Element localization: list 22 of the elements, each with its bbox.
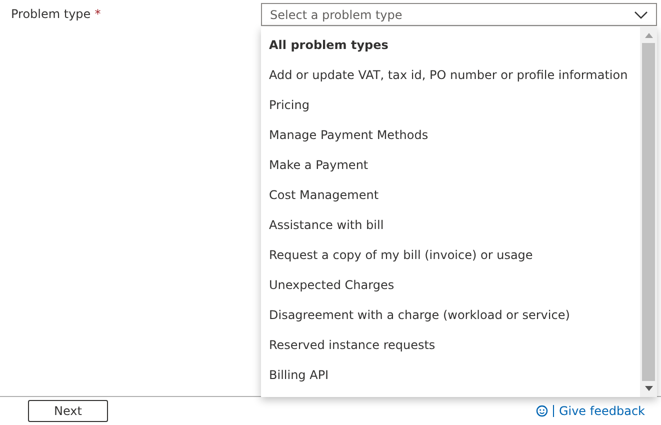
- field-label: Problem type: [11, 7, 91, 21]
- give-feedback-link[interactable]: Give feedback: [536, 404, 645, 418]
- dropdown-option[interactable]: All problem types: [261, 30, 640, 60]
- scroll-up-arrow-icon: [644, 33, 652, 38]
- chevron-down-icon: [634, 10, 648, 18]
- dropdown-option[interactable]: Cost Management: [261, 180, 640, 210]
- dropdown-option[interactable]: Request a copy of my bill (invoice) or usage: [261, 240, 640, 270]
- next-button[interactable]: Next: [28, 400, 108, 422]
- dropdown-option[interactable]: Disagreement with a charge (workload or service): [261, 300, 640, 330]
- scrollbar[interactable]: [640, 27, 657, 397]
- dropdown-option[interactable]: Assistance with bill: [261, 210, 640, 240]
- dropdown-option[interactable]: Manage Payment Methods: [261, 120, 640, 150]
- problem-type-dropdown[interactable]: Select a problem type: [261, 3, 657, 26]
- scroll-down-arrow-icon: [644, 386, 652, 391]
- dropdown-option[interactable]: Reserved instance requests: [261, 330, 640, 360]
- dropdown-option[interactable]: Pricing: [261, 90, 640, 120]
- dropdown-option[interactable]: Add or update VAT, tax id, PO number or profile information: [261, 60, 640, 90]
- dropdown-option[interactable]: Unexpected Charges: [261, 270, 640, 300]
- dropdown-option[interactable]: Billing API: [261, 360, 640, 390]
- feedback-icon: [536, 405, 548, 417]
- dropdown-option[interactable]: Make a Payment: [261, 150, 640, 180]
- required-mark: *: [94, 7, 101, 21]
